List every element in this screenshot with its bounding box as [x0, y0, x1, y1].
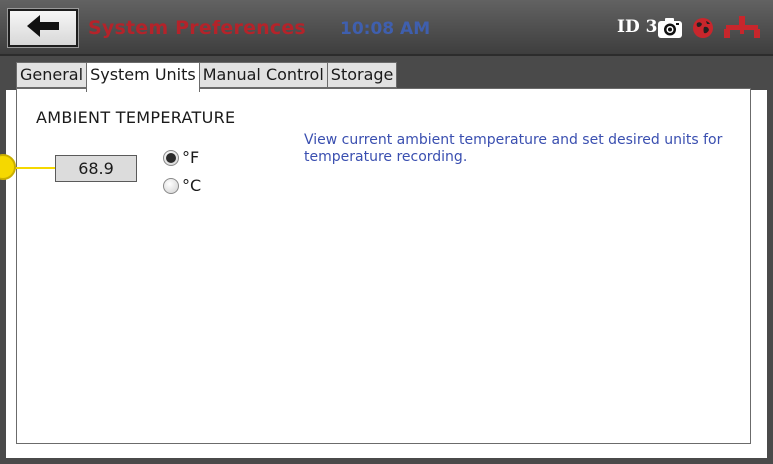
- fahrenheit-label: °F: [182, 148, 200, 167]
- celsius-radio[interactable]: [163, 177, 179, 194]
- device-id-label: ID 3: [617, 17, 658, 37]
- unit-fahrenheit-option[interactable]: °F: [163, 148, 199, 167]
- clock-time: 10:08 AM: [340, 19, 431, 39]
- fahrenheit-radio[interactable]: [163, 149, 179, 166]
- unit-celsius-option[interactable]: °C: [163, 176, 201, 195]
- header-bar: System Preferences 10:08 AM ID 3: [0, 0, 773, 56]
- tab-bar: General System Units Manual Control Stor…: [16, 62, 398, 92]
- globe-icon[interactable]: [692, 17, 714, 43]
- tab-system-units[interactable]: System Units: [86, 62, 200, 92]
- tab-manual-control[interactable]: Manual Control: [198, 62, 328, 88]
- tab-storage[interactable]: Storage: [326, 62, 398, 88]
- ambient-temperature-heading: AMBIENT TEMPERATURE: [36, 108, 236, 127]
- tab-general[interactable]: General: [16, 62, 88, 88]
- celsius-label: °C: [182, 176, 202, 195]
- camera-icon[interactable]: [657, 17, 683, 43]
- back-arrow-icon: [25, 14, 61, 42]
- page-title: System Preferences: [88, 17, 306, 39]
- ambient-description: View current ambient temperature and set…: [304, 132, 723, 165]
- back-button[interactable]: [7, 8, 79, 48]
- ambient-temperature-value: 68.9: [55, 155, 137, 182]
- network-icon[interactable]: [722, 14, 762, 44]
